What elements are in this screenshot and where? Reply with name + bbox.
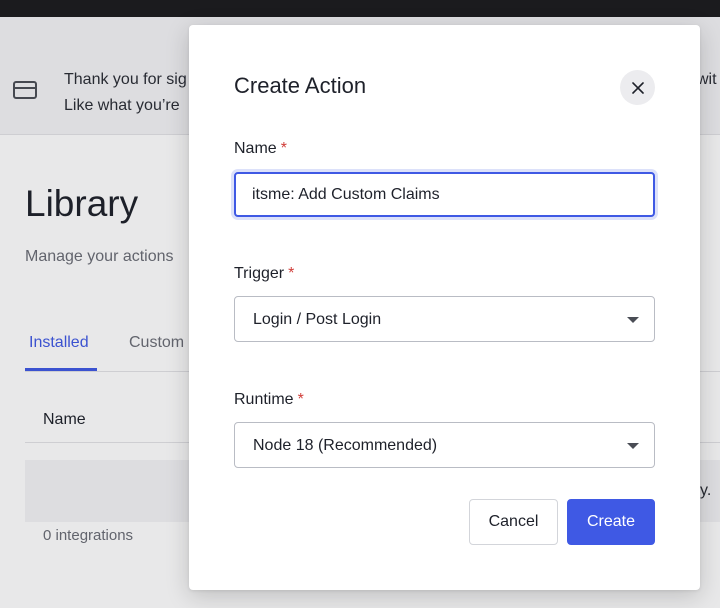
cancel-button[interactable]: Cancel — [469, 499, 558, 545]
name-label: Name * — [234, 140, 287, 158]
name-label-text: Name — [234, 140, 277, 157]
trigger-required-mark: * — [288, 265, 295, 282]
name-required-mark: * — [280, 140, 287, 157]
dialog-title: Create Action — [234, 73, 367, 98]
create-button[interactable]: Create — [567, 499, 655, 545]
create-action-dialog: Create Action Name* Trigger* Login / Pos… — [189, 25, 700, 590]
runtime-required-mark: * — [297, 391, 304, 408]
chevron-down-icon — [627, 317, 639, 323]
close-button[interactable] — [620, 70, 655, 105]
runtime-select[interactable]: Node 18 (Recommended) — [234, 422, 655, 468]
trigger-select-value: Login / Post Login — [253, 311, 382, 328]
chevron-down-icon — [627, 443, 639, 449]
name-input-container — [234, 172, 655, 217]
runtime-label-text: Runtime — [234, 391, 294, 408]
trigger-label: Trigger * — [234, 265, 294, 283]
trigger-label-text: Trigger — [234, 265, 285, 282]
name-input[interactable] — [236, 174, 653, 215]
runtime-label: Runtime * — [234, 391, 304, 409]
close-icon — [631, 81, 644, 94]
runtime-select-value: Node 18 (Recommended) — [253, 437, 438, 454]
trigger-select[interactable]: Login / Post Login — [234, 296, 655, 342]
